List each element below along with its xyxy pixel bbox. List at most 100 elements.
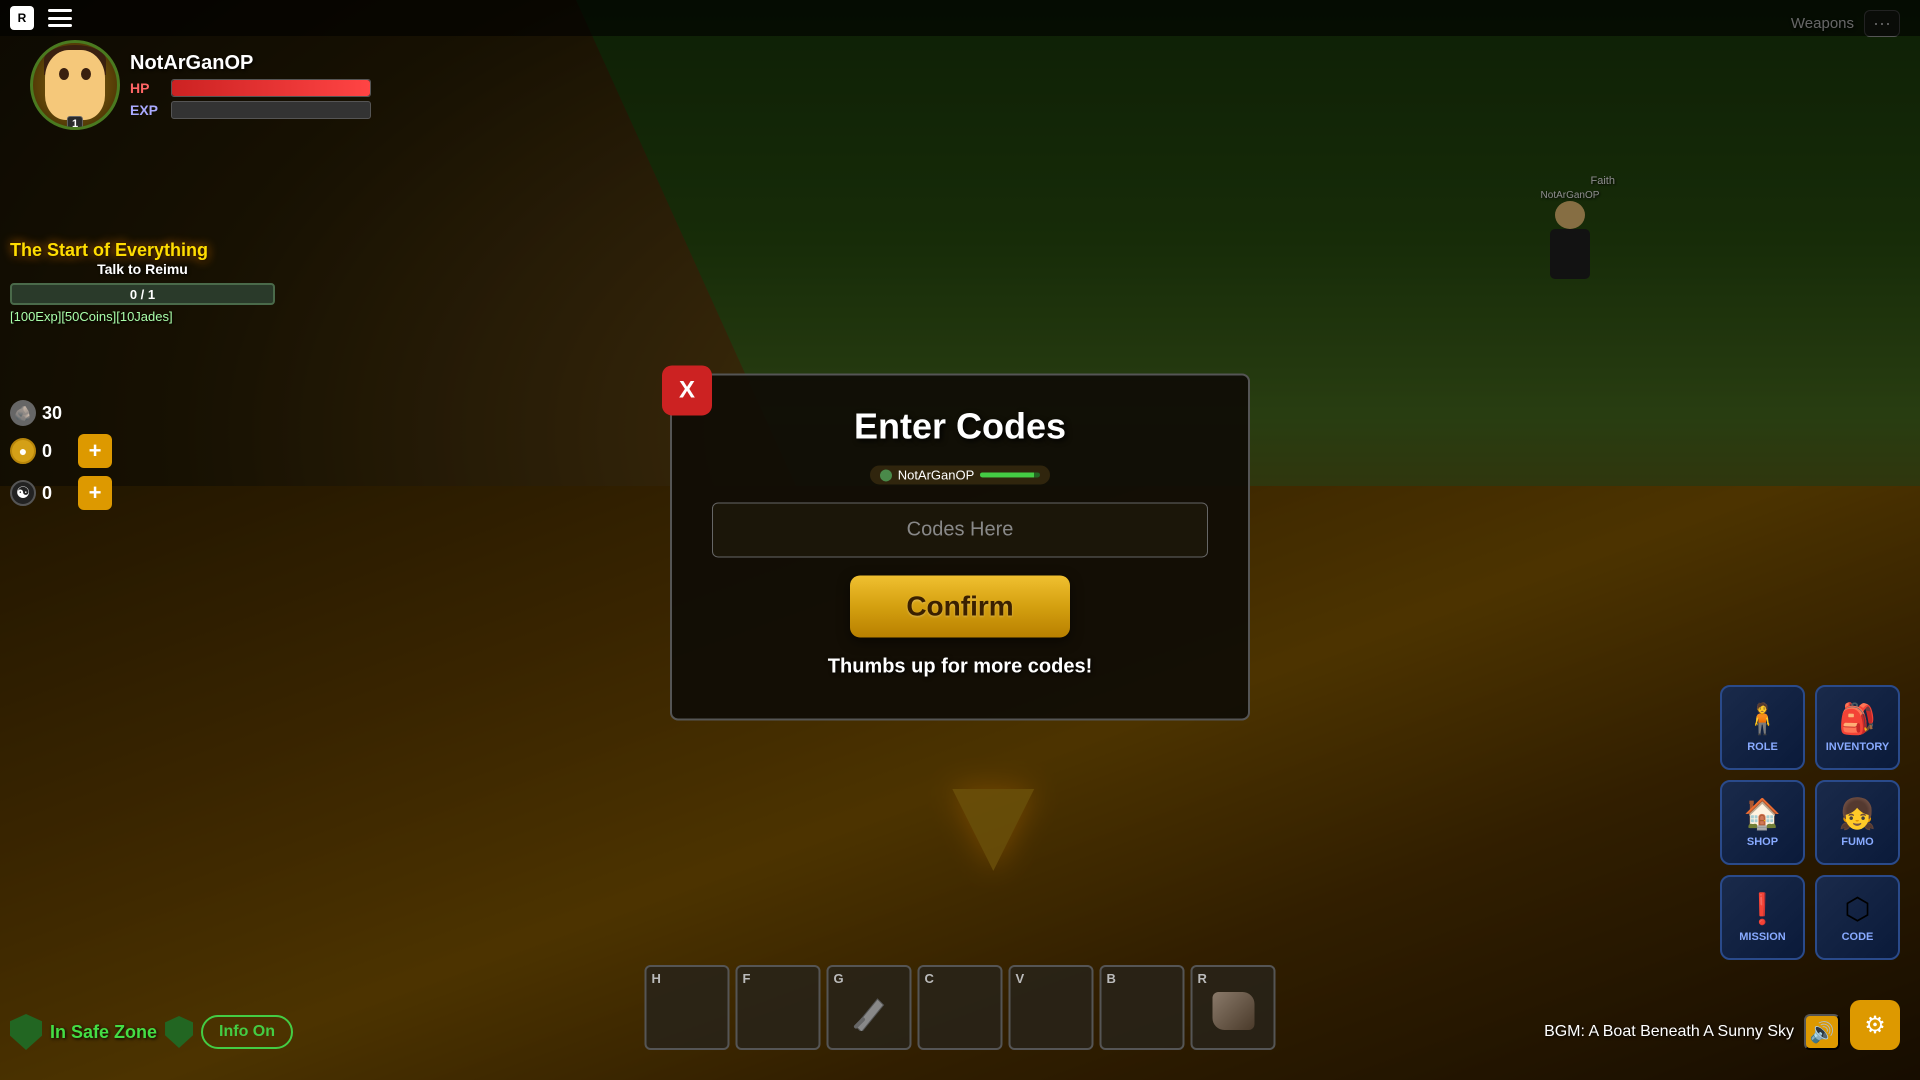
stone-row: 🪨 30 (10, 400, 112, 426)
add-yinyang-button[interactable]: + (78, 476, 112, 510)
quest-progress-bar: 0 / 1 (10, 283, 275, 305)
shield-left-icon (10, 1014, 42, 1050)
role-icon: 🧍 (1744, 702, 1781, 737)
stone-item-icon (1212, 992, 1254, 1030)
modal-user-health-fill (980, 472, 1034, 477)
avatar-eye-left (59, 68, 69, 80)
hotbar-item-r (1208, 986, 1258, 1036)
role-label: ROLE (1747, 741, 1778, 753)
settings-button[interactable]: ⚙ (1850, 1000, 1900, 1050)
avatar: 1 (30, 40, 120, 130)
safe-zone: In Safe Zone Info On (10, 1014, 293, 1050)
hotbar-item-c (935, 986, 985, 1036)
top-bar: R (0, 0, 1920, 36)
hotbar-key-h: H (647, 971, 661, 986)
quest-title: The Start of Everything (10, 240, 275, 261)
confirm-button[interactable]: Confirm (850, 575, 1070, 637)
hp-value: 100/100 (248, 96, 295, 97)
yinyang-row: ☯ 0 + (10, 476, 112, 510)
mission-icon: ❗ (1744, 892, 1781, 927)
safe-zone-text: In Safe Zone (50, 1022, 157, 1043)
inventory-button[interactable]: 🎒 INVENTORY (1815, 685, 1900, 770)
quest-subtitle: Talk to Reimu (10, 261, 275, 277)
resources-panel: 🪨 30 ● 0 + ☯ 0 + (10, 400, 112, 510)
volume-button[interactable]: 🔊 (1804, 1014, 1840, 1050)
hotbar-key-v: V (1011, 971, 1025, 986)
hotbar-item-h (662, 986, 712, 1036)
bgm-bar: BGM: A Boat Beneath A Sunny Sky 🔊 (1544, 1014, 1840, 1050)
hp-bar-bg: 100/100 (171, 79, 371, 97)
hotbar-slot-c[interactable]: C (918, 965, 1003, 1050)
exp-value: 0/100 (255, 118, 288, 119)
modal-user-badge: NotArGanOP (870, 465, 1051, 484)
avatar-eyes (59, 68, 91, 80)
quest-box: The Start of Everything Talk to Reimu 0 … (10, 240, 275, 324)
add-coin-button[interactable]: + (78, 434, 112, 468)
exp-label: EXP (130, 102, 165, 118)
bgm-text: BGM: A Boat Beneath A Sunny Sky (1544, 1023, 1794, 1041)
code-button[interactable]: ⬡ CODE (1815, 875, 1900, 960)
modal-user-name: NotArGanOP (898, 467, 975, 482)
code-icon: ⬡ (1844, 892, 1870, 927)
coin-row: ● 0 + (10, 434, 112, 468)
hp-bar-fill (172, 80, 370, 96)
modal-title: Enter Codes (854, 405, 1066, 447)
hotbar-key-f: F (738, 971, 751, 986)
code-modal: X Enter Codes NotArGanOP Confirm Thumbs … (670, 373, 1250, 720)
fumo-label: FUMO (1841, 836, 1873, 848)
yinyang-icon: ☯ (10, 480, 36, 506)
coin-value: 0 (42, 441, 72, 462)
coin-icon: ● (10, 438, 36, 464)
inventory-label: INVENTORY (1826, 741, 1890, 753)
shop-icon: 🏠 (1744, 797, 1781, 832)
hotbar-slot-f[interactable]: F (736, 965, 821, 1050)
player-stats: NotArGanOP HP 100/100 EXP 0/100 (130, 52, 371, 119)
exp-bar-bg: 0/100 (171, 101, 371, 119)
hotbar-item-f (753, 986, 803, 1036)
modal-user-dot (880, 469, 892, 481)
hotbar-slot-v[interactable]: V (1009, 965, 1094, 1050)
hp-row: HP 100/100 (130, 79, 371, 97)
hotbar-key-g: G (829, 971, 844, 986)
code-input[interactable] (712, 502, 1208, 557)
sword-item-icon (847, 991, 891, 1031)
hotbar-item-g (844, 986, 894, 1036)
hotbar-item-v (1026, 986, 1076, 1036)
player-hud: 1 NotArGanOP HP 100/100 EXP 0/100 (30, 40, 371, 130)
shop-label: SHOP (1747, 836, 1778, 848)
hotbar-slot-h[interactable]: H (645, 965, 730, 1050)
player-name: NotArGanOP (130, 52, 371, 75)
promo-text: Thumbs up for more codes! (828, 655, 1092, 678)
hotbar-item-b (1117, 986, 1167, 1036)
quest-progress-text: 0 / 1 (12, 287, 273, 302)
modal-user-health-bar (980, 472, 1040, 477)
inventory-icon: 🎒 (1839, 702, 1876, 737)
fumo-button[interactable]: 👧 FUMO (1815, 780, 1900, 865)
avatar-face (45, 50, 105, 120)
hotbar-slot-g[interactable]: G (827, 965, 912, 1050)
code-label: CODE (1842, 931, 1874, 943)
menu-icon[interactable] (46, 6, 74, 30)
hotbar-key-r: R (1193, 971, 1207, 986)
level-badge: 1 (67, 116, 83, 130)
fumo-icon: 👧 (1839, 797, 1876, 832)
role-button[interactable]: 🧍 ROLE (1720, 685, 1805, 770)
roblox-logo: R (10, 6, 34, 30)
hotbar-slot-r[interactable]: R (1191, 965, 1276, 1050)
avatar-eye-right (81, 68, 91, 80)
shield-right-icon (165, 1016, 193, 1048)
hp-label: HP (130, 80, 165, 96)
quest-rewards: [100Exp][50Coins][10Jades] (10, 309, 275, 324)
hotbar-key-b: B (1102, 971, 1116, 986)
shop-button[interactable]: 🏠 SHOP (1720, 780, 1805, 865)
exp-row: EXP 0/100 (130, 101, 371, 119)
mission-label: MISSION (1739, 931, 1785, 943)
yinyang-value: 0 (42, 483, 72, 504)
hotbar: H F G C V B R (645, 965, 1276, 1050)
close-modal-button[interactable]: X (662, 365, 712, 415)
stone-value: 30 (42, 403, 72, 424)
mission-button[interactable]: ❗ MISSION (1720, 875, 1805, 960)
action-buttons: 🧍 ROLE 🎒 INVENTORY 🏠 SHOP 👧 FUMO ❗ MISSI… (1720, 685, 1900, 960)
hotbar-slot-b[interactable]: B (1100, 965, 1185, 1050)
info-button[interactable]: Info On (201, 1015, 293, 1049)
